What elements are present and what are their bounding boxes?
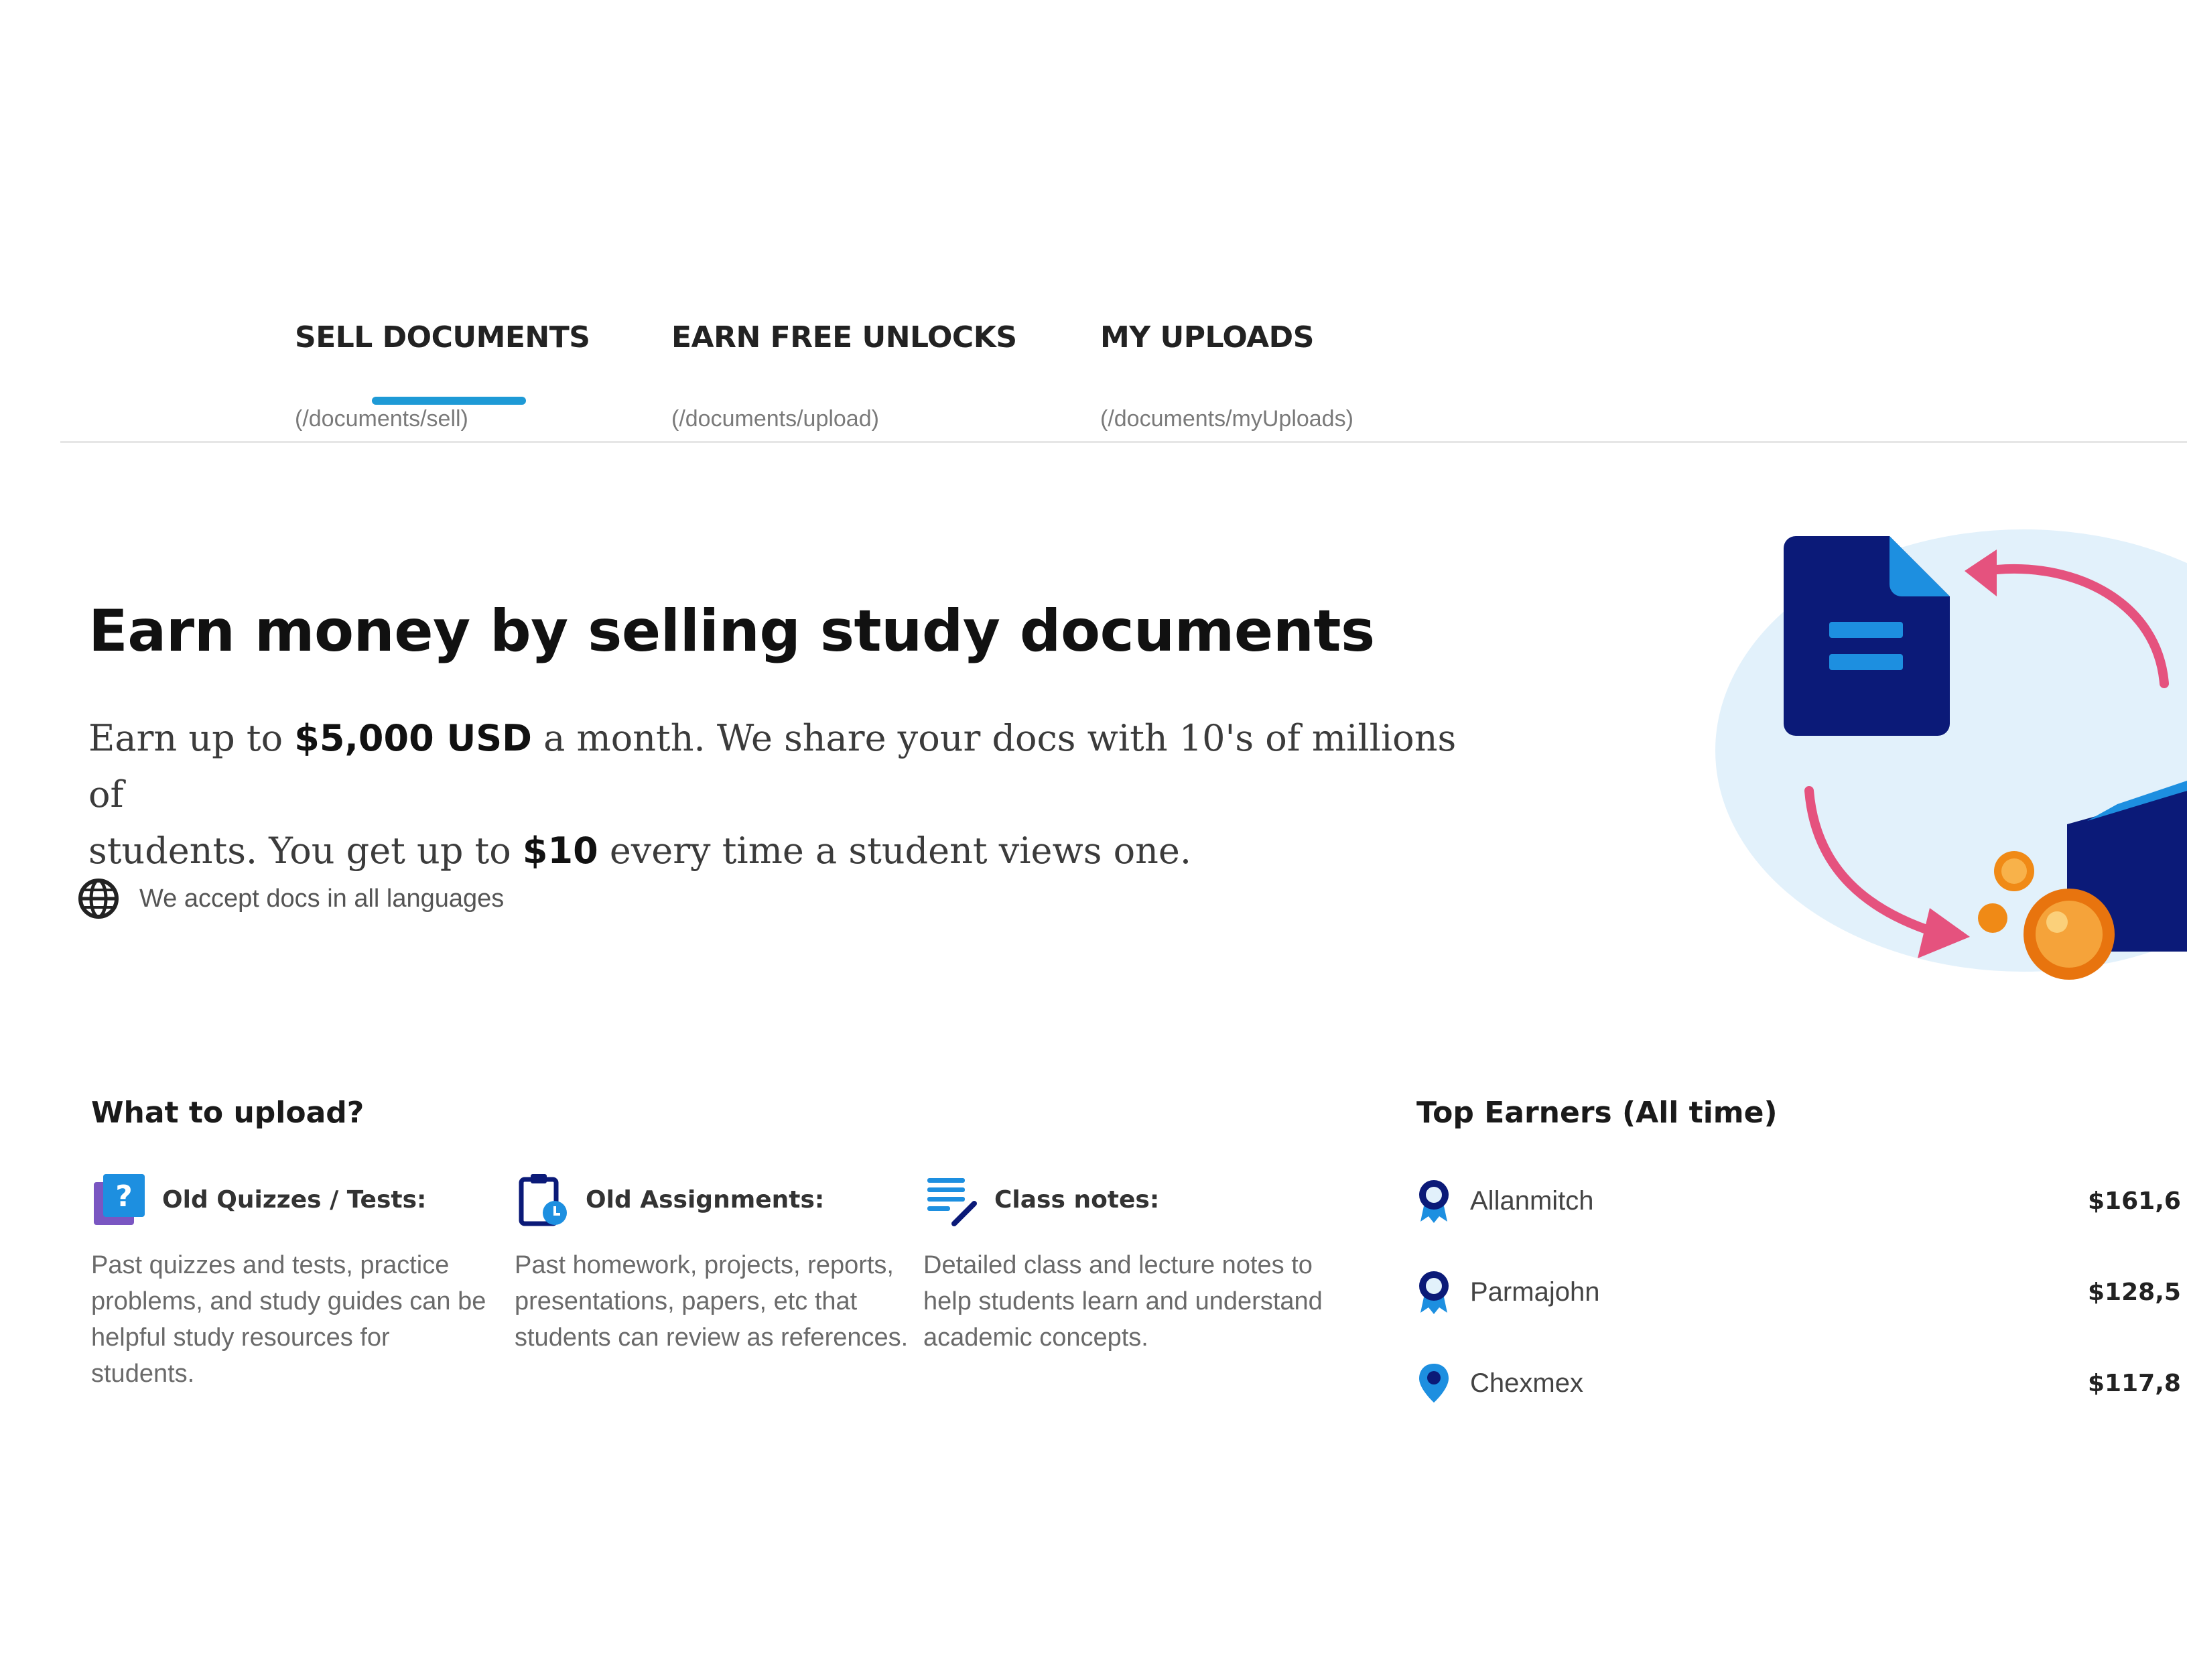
earner-row: Chexmex $117,8 xyxy=(1414,1356,2187,1410)
earner-amount: $117,8 xyxy=(2088,1369,2181,1397)
tab-label: SELL DOCUMENTS xyxy=(295,320,590,354)
tab-url: (/documents/upload) xyxy=(671,406,879,432)
category-old-assignments: Old Assignments: Past homework, projects… xyxy=(515,1169,917,1356)
award-icon xyxy=(1419,1271,1449,1314)
tab-url: (/documents/sell) xyxy=(295,406,468,432)
category-description: Past quizzes and tests, practice problem… xyxy=(91,1251,486,1388)
svg-text:?: ? xyxy=(115,1179,133,1214)
hero-description: Earn up to $5,000 USD a month. We share … xyxy=(88,710,1482,879)
tab-earn-free-unlocks[interactable]: EARN FREE UNLOCKS (/documents/upload) xyxy=(671,320,1017,432)
assignment-icon xyxy=(519,1174,567,1226)
active-tab-indicator xyxy=(372,397,526,405)
earner-amount: $128,5 xyxy=(2088,1278,2181,1306)
award-icon xyxy=(1419,1180,1449,1223)
tab-url: (/documents/myUploads) xyxy=(1100,406,1353,432)
category-title: Old Quizzes / Tests: xyxy=(162,1185,427,1214)
category-title: Class notes: xyxy=(994,1185,1160,1214)
category-old-quizzes: ? Old Quizzes / Tests: Past quizzes and … xyxy=(91,1169,493,1392)
hero-text: students. You get up to xyxy=(88,830,523,872)
per-view-highlight: $10 xyxy=(522,830,598,872)
category-class-notes: Class notes: Detailed class and lecture … xyxy=(923,1169,1325,1356)
earner-amount: $161,6 xyxy=(2088,1187,2181,1215)
hero-text: every time a student views one. xyxy=(598,830,1191,872)
earnings-highlight: $5,000 USD xyxy=(294,717,533,759)
earner-row: Allanmitch $161,6 xyxy=(1414,1174,2187,1228)
languages-note: We accept docs in all languages xyxy=(78,878,504,919)
selling-illustration xyxy=(1702,523,2187,992)
what-to-upload-heading: What to upload? xyxy=(91,1096,364,1130)
notes-icon xyxy=(927,1178,977,1226)
quiz-icon: ? xyxy=(94,1174,145,1225)
tab-my-uploads[interactable]: MY UPLOADS (/documents/myUploads) xyxy=(1100,320,1353,432)
globe-icon xyxy=(78,879,119,919)
category-description: Detailed class and lecture notes to help… xyxy=(923,1251,1323,1352)
earner-row: Parmajohn $128,5 xyxy=(1414,1265,2187,1319)
location-icon xyxy=(1419,1364,1449,1403)
tab-label: MY UPLOADS xyxy=(1100,320,1314,354)
page-title: Earn money by selling study documents xyxy=(88,598,1375,665)
tab-sell-documents[interactable]: SELL DOCUMENTS (/documents/sell) xyxy=(295,320,590,432)
category-title: Old Assignments: xyxy=(586,1185,825,1214)
hero-text: Earn up to xyxy=(88,717,295,759)
tab-divider xyxy=(60,441,2187,443)
earner-name: Parmajohn xyxy=(1470,1277,1600,1307)
tab-label: EARN FREE UNLOCKS xyxy=(671,320,1017,354)
earner-name: Allanmitch xyxy=(1470,1185,1594,1216)
languages-note-text: We accept docs in all languages xyxy=(139,884,505,913)
category-description: Past homework, projects, reports, presen… xyxy=(515,1251,909,1352)
top-earners-heading: Top Earners (All time) xyxy=(1416,1096,1778,1130)
earner-name: Chexmex xyxy=(1470,1368,1583,1398)
